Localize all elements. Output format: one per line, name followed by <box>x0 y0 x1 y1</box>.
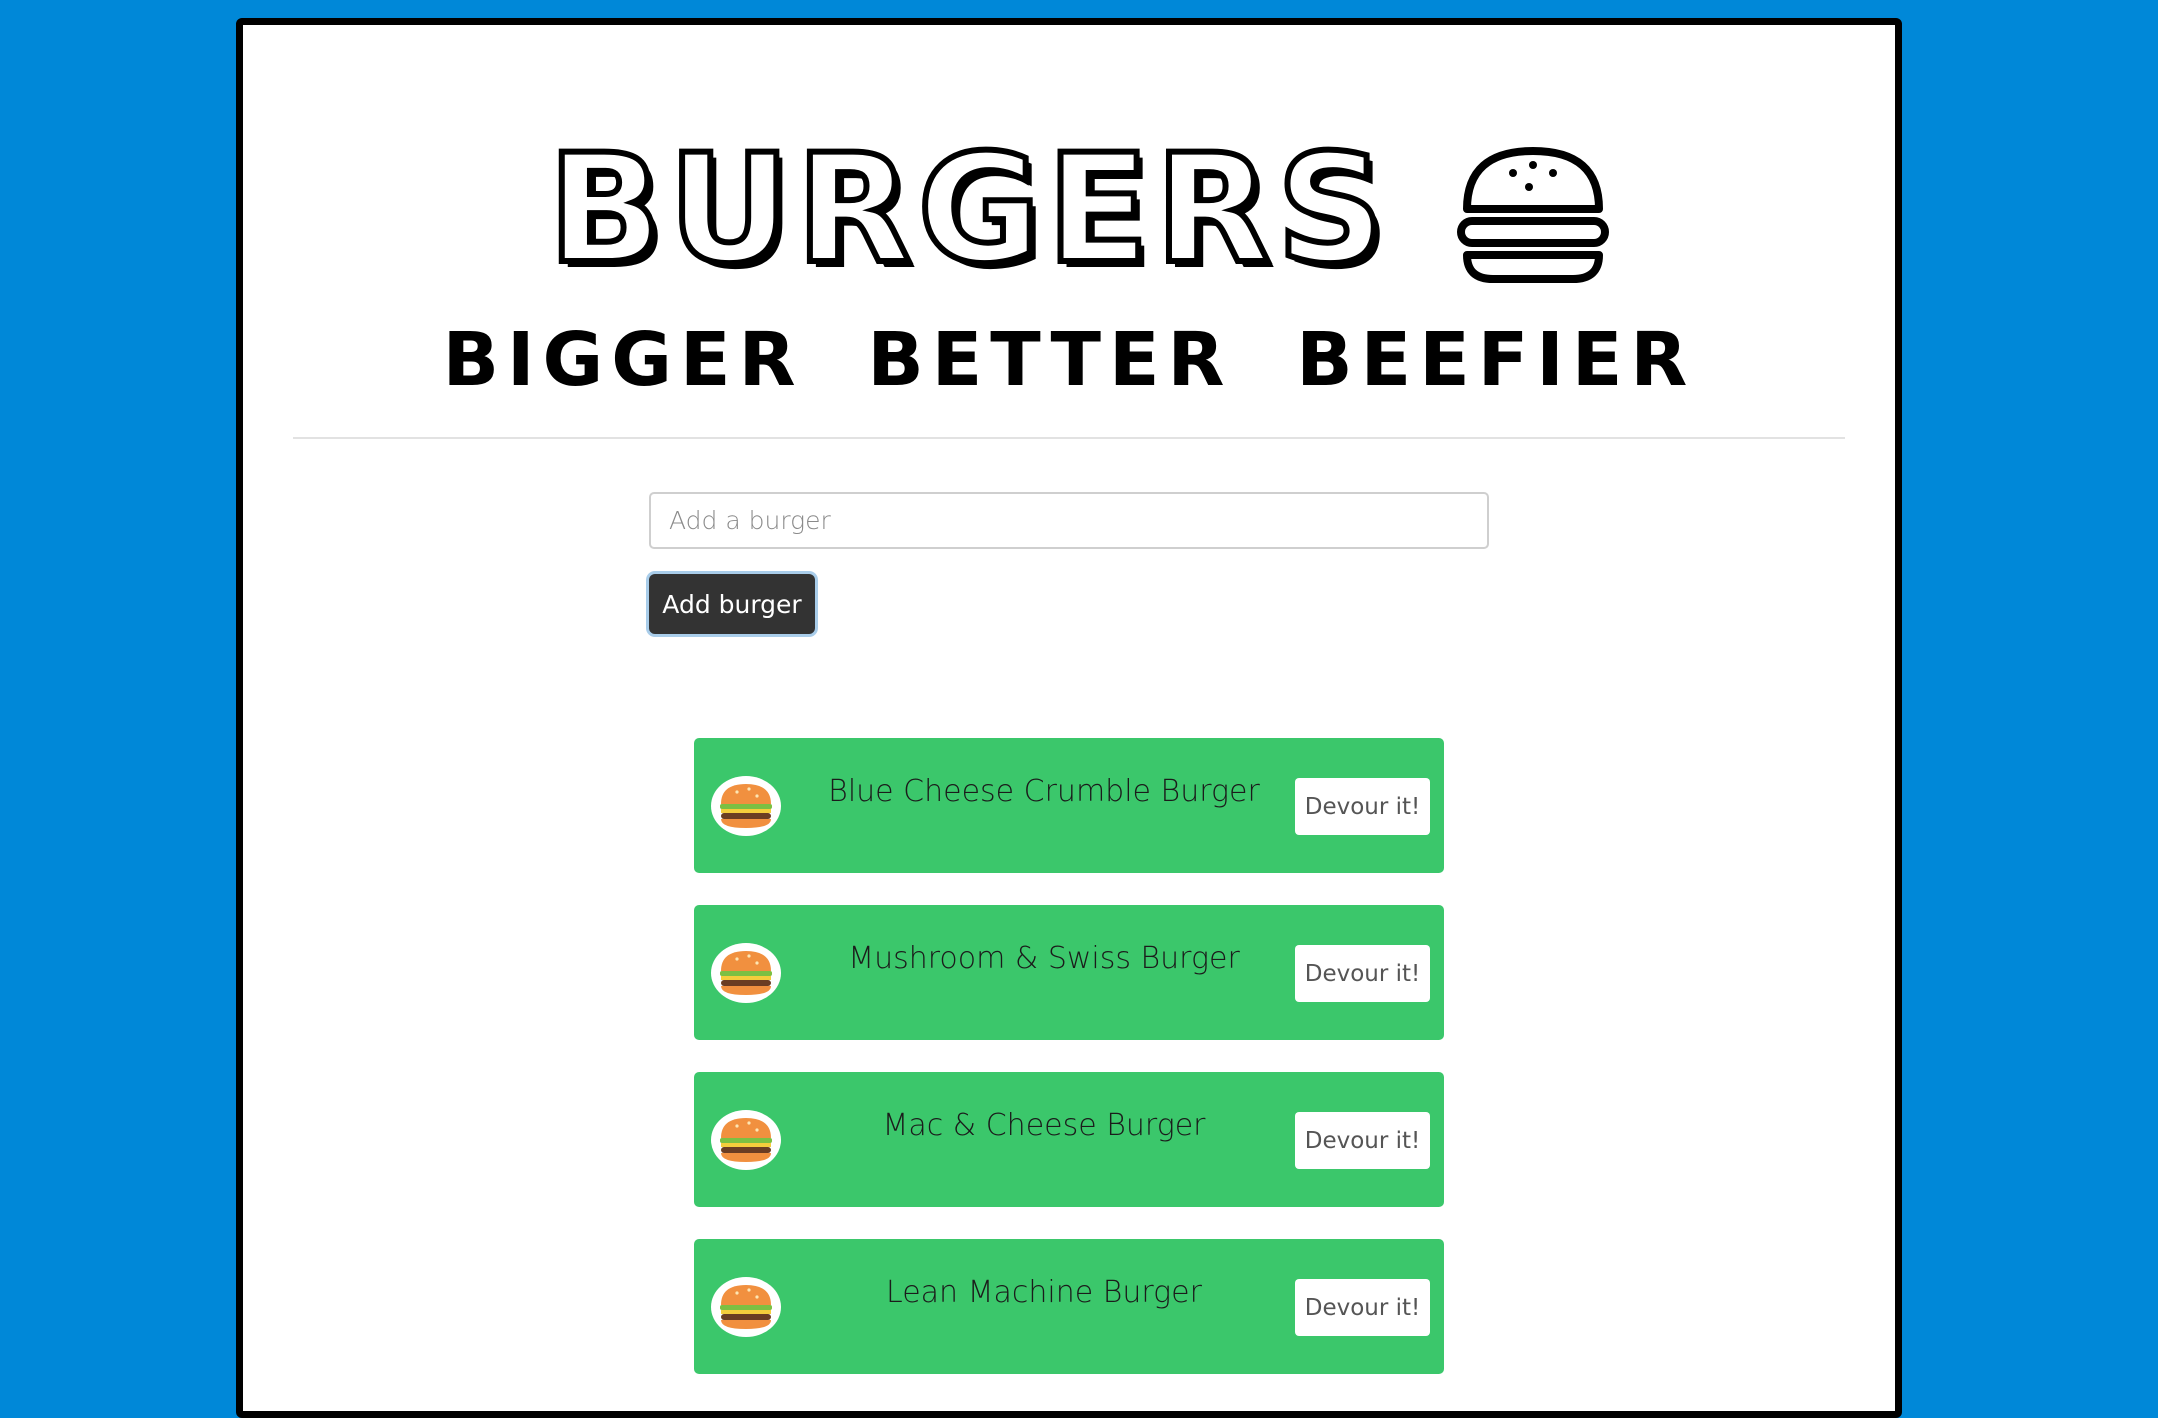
brand-title: BURGERS <box>545 122 1391 298</box>
devour-button[interactable]: Devour it! <box>1295 945 1430 1002</box>
devour-button[interactable]: Devour it! <box>1295 778 1430 835</box>
burger-thumbnail-icon <box>711 1110 781 1170</box>
add-burger-input[interactable] <box>649 492 1489 549</box>
divider <box>293 437 1845 439</box>
burger-item: Blue Cheese Crumble Burger Devour it! <box>694 738 1444 873</box>
brand-header: BURGERS <box>243 122 1895 298</box>
burger-thumbnail-icon <box>711 943 781 1003</box>
burger-name: Mushroom & Swiss Burger <box>848 941 1240 976</box>
burger-item: Lean Machine Burger Devour it! <box>694 1239 1444 1374</box>
burger-icon <box>1457 147 1609 283</box>
burger-name: Mac & Cheese Burger <box>882 1108 1206 1143</box>
burger-list: Blue Cheese Crumble Burger Devour it! Mu… <box>694 738 1444 1406</box>
main-card: BURGERS BIGGER BETTER BEEFIER Add burger <box>236 18 1902 1418</box>
burger-item: Mushroom & Swiss Burger Devour it! <box>694 905 1444 1040</box>
burger-thumbnail-icon <box>711 1277 781 1337</box>
devour-button[interactable]: Devour it! <box>1295 1112 1430 1169</box>
add-burger-button[interactable]: Add burger <box>649 574 815 634</box>
burger-thumbnail-icon <box>711 776 781 836</box>
devour-button[interactable]: Devour it! <box>1295 1279 1430 1336</box>
burger-item: Mac & Cheese Burger Devour it! <box>694 1072 1444 1207</box>
burger-name: Blue Cheese Crumble Burger <box>828 774 1260 809</box>
burger-name: Lean Machine Burger <box>886 1275 1202 1310</box>
tagline: BIGGER BETTER BEEFIER <box>442 317 1696 403</box>
